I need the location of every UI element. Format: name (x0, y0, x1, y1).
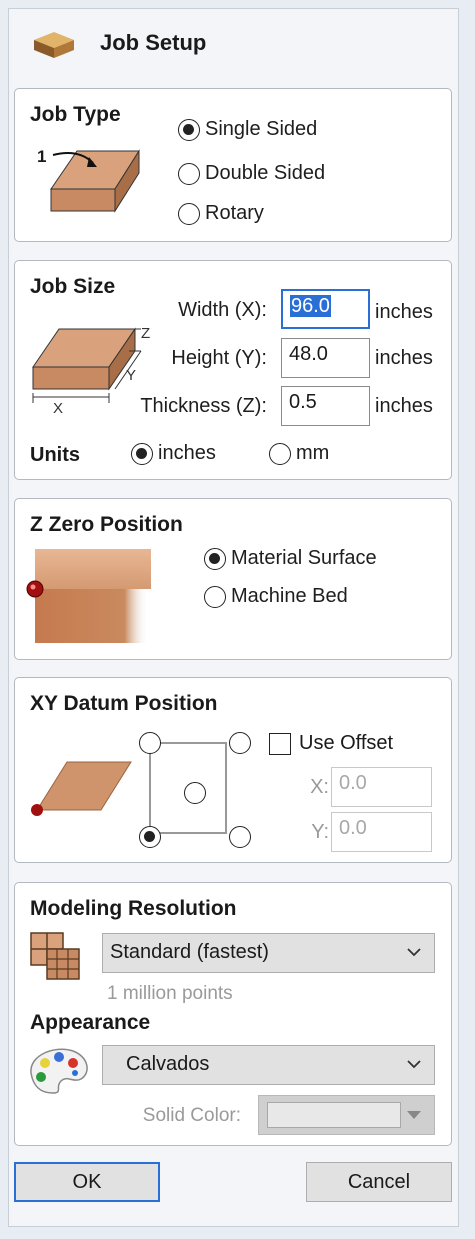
caret-down-icon (407, 1111, 421, 1119)
use-offset-checkbox[interactable]: Use Offset (269, 732, 393, 755)
z-zero-section: Z Zero Position Material Surface Machine… (14, 498, 452, 660)
z-zero-material-icon (26, 549, 151, 643)
radio-dot[interactable] (204, 585, 226, 608)
resolution-grid-icon (30, 932, 80, 980)
solid-color-label: Solid Color: (142, 1105, 241, 1126)
offset-y-label: Y: (311, 821, 329, 843)
radio-dot[interactable] (178, 118, 200, 141)
color-swatch (267, 1102, 401, 1128)
xy-datum-material-icon (31, 761, 132, 816)
radio-dot[interactable] (269, 442, 291, 465)
datum-point-top-right[interactable] (229, 732, 256, 754)
points-note: 1 million points (107, 983, 233, 1004)
units-label: Units (30, 444, 80, 466)
chevron-down-icon (407, 1060, 421, 1069)
radio-dot[interactable] (178, 162, 200, 185)
job-size-section: Job Size Z Y X Width (X): 96.0 inches He… (14, 260, 452, 480)
height-label: Height (Y): (171, 347, 267, 369)
single-sided-block-icon (50, 149, 140, 213)
page-title: Job Setup (100, 30, 207, 55)
appearance-select[interactable]: Calvados (102, 1045, 435, 1085)
thickness-label: Thickness (Z): (140, 395, 267, 417)
radio-rotary[interactable]: Rotary (178, 202, 264, 225)
panel-header: Job Setup (26, 24, 446, 64)
paint-palette-icon (30, 1048, 88, 1094)
radio-material-surface[interactable]: Material Surface (204, 547, 377, 570)
axis-z-label: Z (141, 325, 151, 342)
offset-y-input[interactable]: 0.0 (331, 812, 432, 852)
z-zero-title: Z Zero Position (30, 513, 183, 536)
material-block-icon (34, 32, 74, 58)
checkbox-box[interactable] (269, 732, 291, 755)
offset-x-input[interactable]: 0.0 (331, 767, 432, 807)
radio-units-inches[interactable]: inches (131, 442, 216, 465)
datum-point-top-left[interactable] (139, 732, 166, 754)
resolution-select[interactable]: Standard (fastest) (102, 933, 435, 973)
side-number-label: 1 (37, 147, 47, 166)
job-type-section: Job Type 1 Single Sided Double Sided Rot… (14, 88, 452, 242)
job-type-title: Job Type (30, 103, 121, 126)
width-unit: inches (375, 301, 433, 323)
cancel-button[interactable]: Cancel (306, 1162, 452, 1202)
width-input[interactable]: 96.0 (281, 289, 370, 329)
chevron-down-icon (407, 948, 421, 957)
xy-datum-title: XY Datum Position (30, 692, 218, 715)
datum-point-center[interactable] (184, 782, 211, 804)
solid-color-picker[interactable] (258, 1095, 435, 1135)
thickness-input[interactable]: 0.5 (281, 386, 370, 426)
datum-point-bottom-left[interactable] (139, 826, 166, 848)
thickness-unit: inches (375, 395, 433, 417)
radio-units-mm[interactable]: mm (269, 442, 329, 465)
radio-single-sided[interactable]: Single Sided (178, 118, 317, 141)
axis-x-label: X (53, 400, 64, 417)
datum-point-bottom-right[interactable] (229, 826, 256, 848)
radio-dot[interactable] (178, 202, 200, 225)
offset-x-label: X: (310, 776, 329, 798)
radio-double-sided[interactable]: Double Sided (178, 162, 325, 185)
radio-dot[interactable] (131, 442, 153, 465)
modeling-title: Modeling Resolution (30, 897, 237, 920)
xy-datum-section: XY Datum Position Use Offset X: 0.0 Y: 0… (14, 677, 452, 863)
appearance-title: Appearance (30, 1011, 151, 1034)
job-size-title: Job Size (30, 275, 116, 298)
radio-dot[interactable] (204, 547, 226, 570)
height-input[interactable]: 48.0 (281, 338, 370, 378)
modeling-appearance-section: Modeling Resolution Standard (fastest) 1… (14, 882, 452, 1146)
width-label: Width (X): (178, 299, 267, 321)
radio-machine-bed[interactable]: Machine Bed (204, 585, 348, 608)
height-unit: inches (375, 347, 433, 369)
ok-button[interactable]: OK (14, 1162, 160, 1202)
